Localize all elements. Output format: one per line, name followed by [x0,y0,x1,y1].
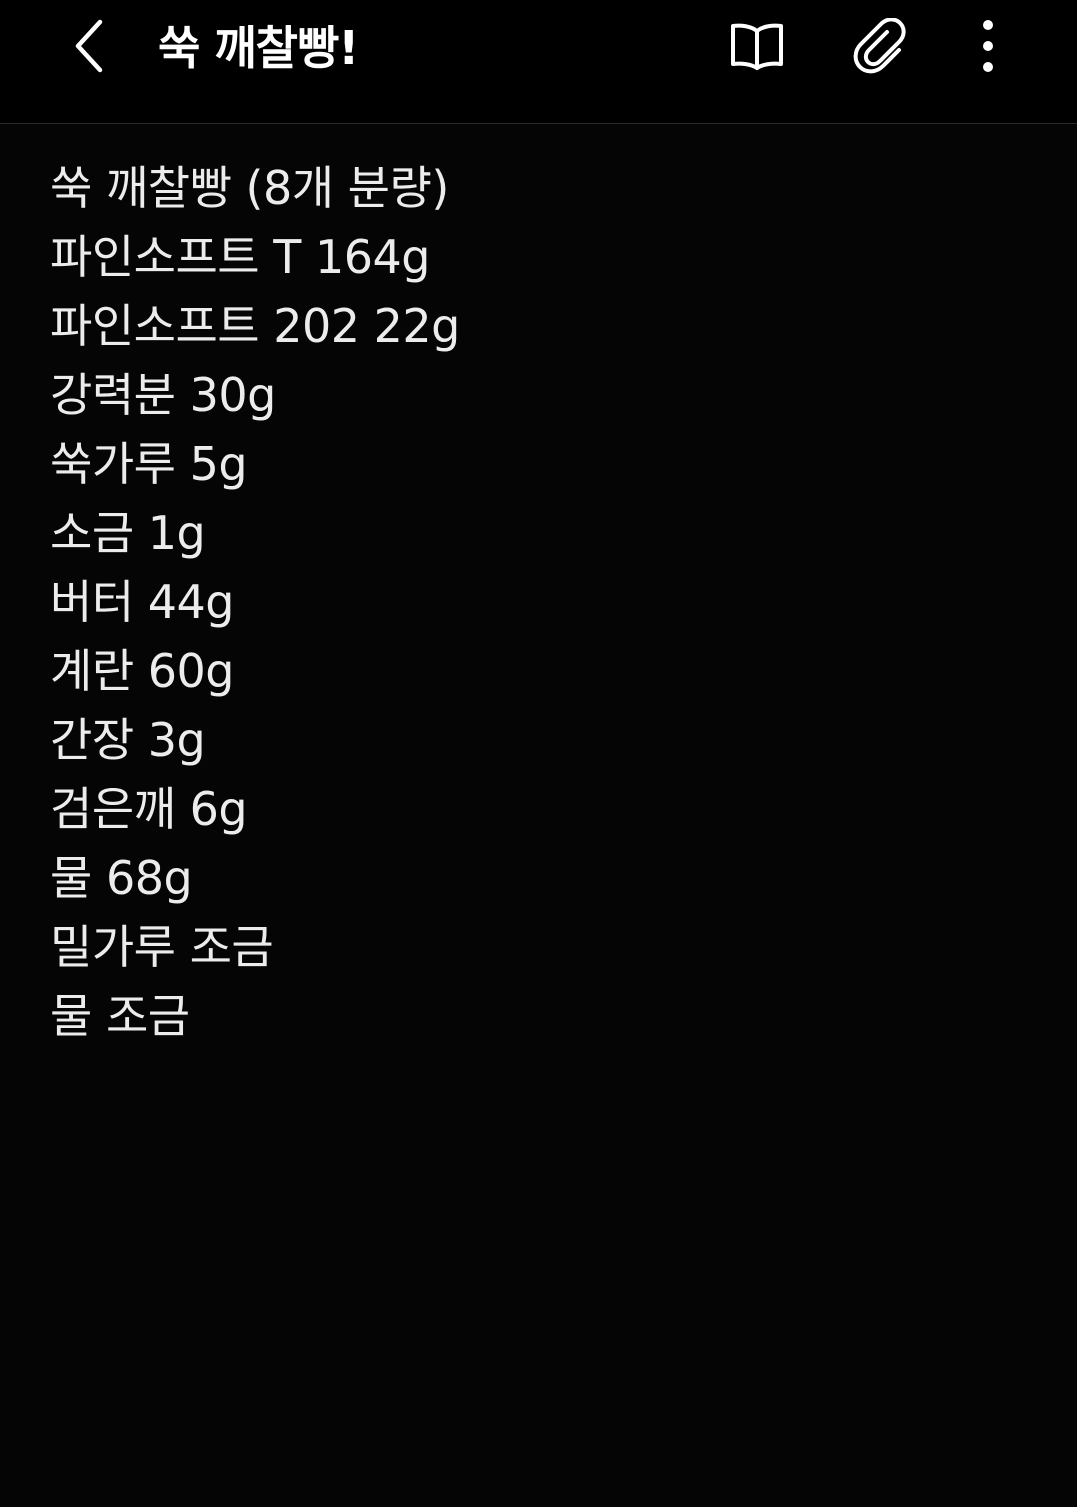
app-bar: 쑥 깨찰빵! [0,0,1077,124]
ingredient-line: 간장 3g [50,713,206,767]
attach-button[interactable] [843,8,919,84]
ingredient-line: 강력분 30g [50,368,276,422]
open-book-icon [731,23,783,70]
more-options-button[interactable] [950,8,1026,84]
ingredient-line: 파인소프트 202 22g [50,299,460,353]
paperclip-icon [853,18,906,74]
ingredient-line: 쑥가루 5g [50,437,248,491]
ingredient-line: 계란 60g [50,644,235,698]
vertical-dots-icon [983,20,993,72]
ingredient-line: 검은깨 6g [50,782,248,836]
note-title: 쑥 깨찰빵! [158,21,359,75]
note-content[interactable]: 쑥 깨찰빵 (8개 분량) 파인소프트 T 164g 파인소프트 202 22g… [50,154,1030,1051]
reading-mode-button[interactable] [719,8,795,84]
ingredient-line: 물 조금 [50,989,190,1043]
ingredient-line: 밀가루 조금 [50,920,274,974]
chevron-left-icon [75,19,103,73]
ingredient-line: 물 68g [50,851,193,905]
back-button[interactable] [52,8,128,84]
ingredient-line: 소금 1g [50,506,206,560]
note-line-heading: 쑥 깨찰빵 (8개 분량) [50,161,449,215]
ingredient-line: 버터 44g [50,575,235,629]
ingredient-line: 파인소프트 T 164g [50,230,430,284]
